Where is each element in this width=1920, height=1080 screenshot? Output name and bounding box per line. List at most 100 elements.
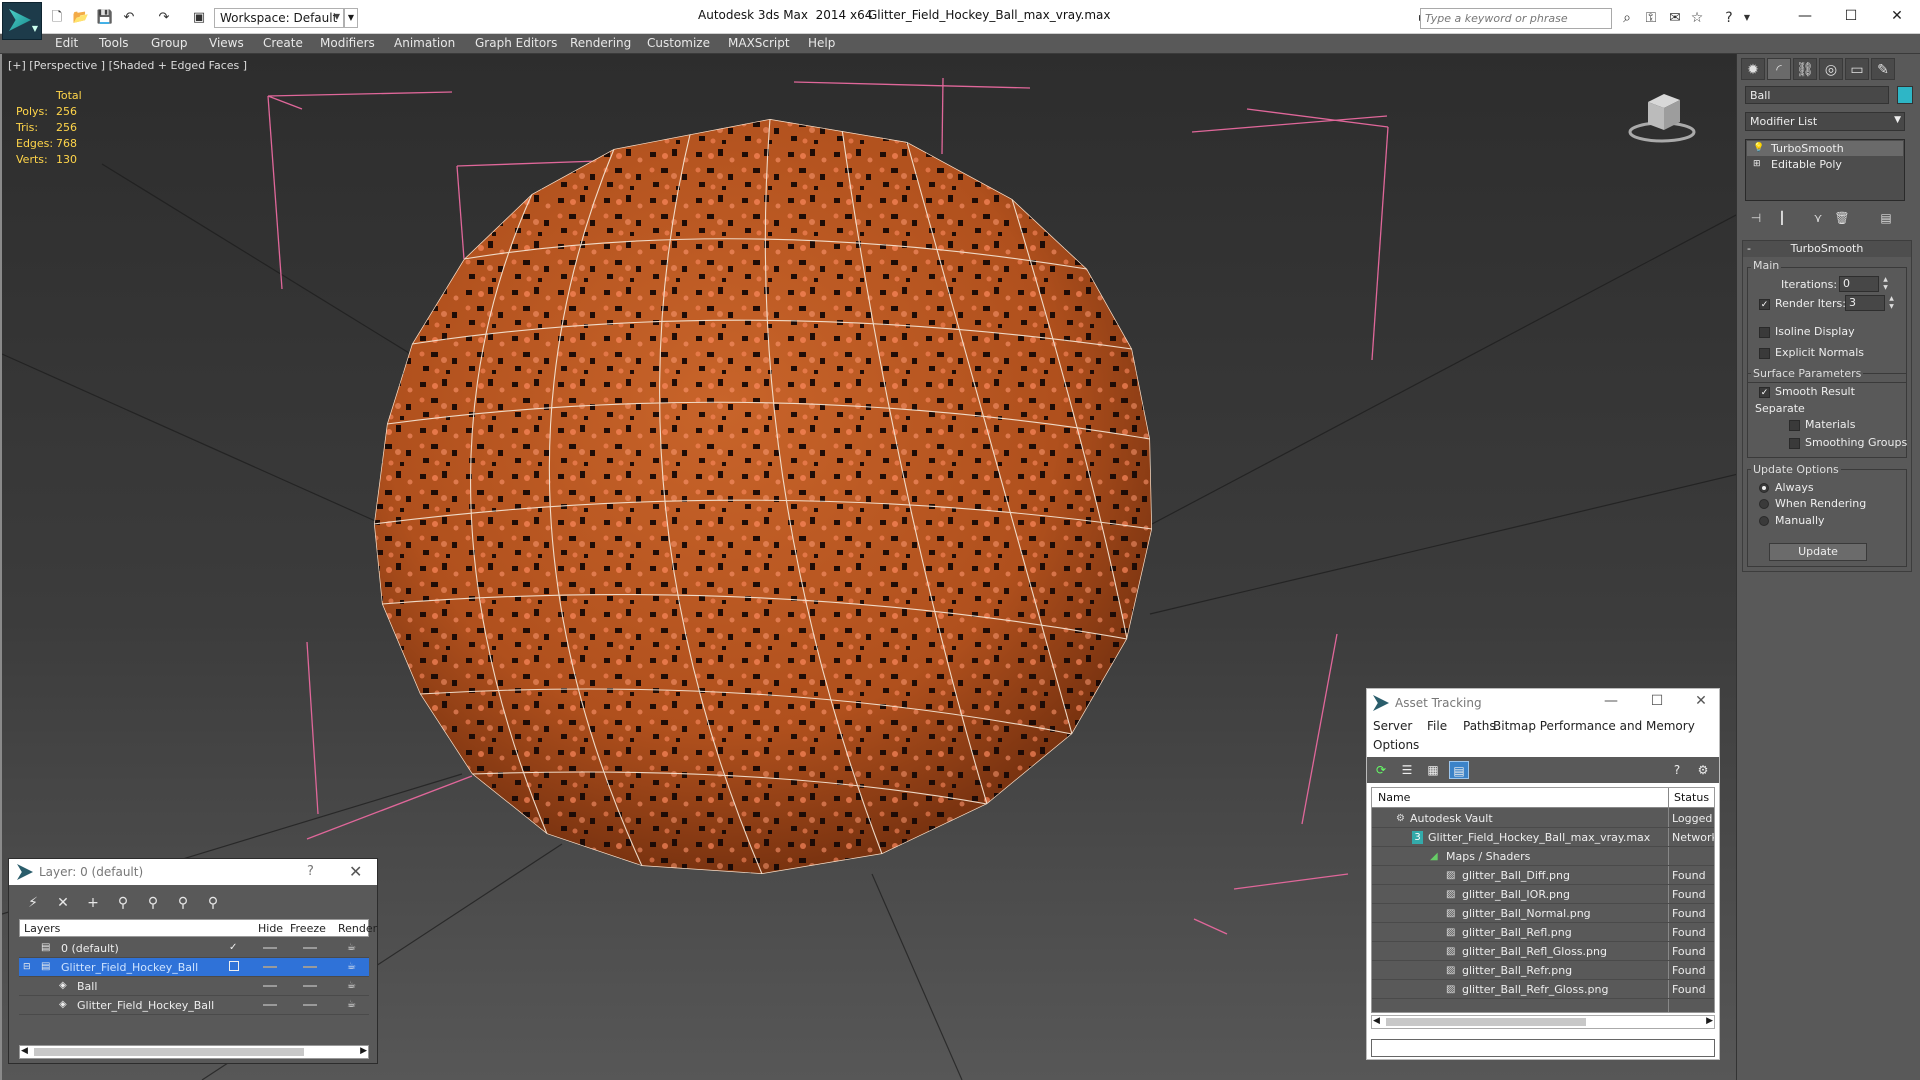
menu-customize[interactable]: Customize (647, 36, 710, 50)
update-button[interactable]: Update (1769, 543, 1867, 561)
scrollbar-thumb[interactable] (1386, 1018, 1586, 1026)
subscription-icon[interactable]: ⚿ (1642, 9, 1660, 27)
menu-bitmap-performance[interactable]: Bitmap Performance and Memory (1493, 719, 1695, 733)
maximize-button[interactable]: ☐ (1828, 4, 1874, 28)
binoculars-icon[interactable]: ⌕ (1618, 9, 1636, 27)
freeze-toggle[interactable] (303, 985, 317, 987)
hide-toggle[interactable] (263, 947, 277, 949)
help-icon[interactable]: ? (1667, 761, 1687, 779)
open-file-icon[interactable]: 📂 (72, 9, 90, 27)
asset-path-field[interactable] (1371, 1039, 1715, 1057)
render-teapot-icon[interactable]: ☕ (347, 980, 359, 992)
viewcube-icon[interactable] (1626, 88, 1696, 148)
iterations-spinner[interactable]: 0 (1839, 276, 1879, 292)
column-layers[interactable]: Layers (24, 922, 60, 935)
menu-server[interactable]: Server (1373, 719, 1412, 733)
help-button[interactable]: ? (307, 864, 314, 879)
layer-row[interactable]: ▤ 0 (default) ✓ ☕ (19, 939, 369, 958)
layer-row[interactable]: ⊟ ▤ Glitter_Field_Hockey_Ball ☕ (19, 958, 369, 977)
freeze-toggle[interactable] (303, 966, 317, 968)
spinner-arrows-icon[interactable]: ▲ ▼ (1887, 295, 1896, 311)
menu-rendering[interactable]: Rendering (570, 36, 631, 50)
horizontal-scrollbar[interactable]: ◀ ▶ (1371, 1015, 1715, 1029)
close-icon[interactable]: ✕ (1691, 693, 1711, 709)
menu-create[interactable]: Create (263, 36, 303, 50)
menu-options[interactable]: Options (1373, 738, 1419, 752)
scroll-left-icon[interactable]: ◀ (1373, 1016, 1380, 1026)
motion-tab-icon[interactable]: ◎ (1819, 58, 1843, 80)
list-view-icon[interactable]: ☰ (1397, 761, 1417, 779)
minimize-button[interactable]: — (1782, 4, 1828, 28)
always-radio[interactable] (1759, 483, 1769, 493)
spinner-arrows-icon[interactable]: ▲ ▼ (1881, 276, 1890, 292)
smoothing-groups-checkbox[interactable] (1789, 438, 1800, 449)
show-end-result-icon[interactable]: ┃ (1771, 208, 1793, 228)
scroll-right-icon[interactable]: ▶ (360, 1046, 367, 1056)
menu-help[interactable]: Help (808, 36, 835, 50)
asset-row[interactable]: ▨ glitter_Ball_Refl.png Found (1372, 923, 1714, 942)
render-teapot-icon[interactable]: ☕ (347, 942, 359, 954)
manually-radio[interactable] (1759, 516, 1769, 526)
undo-icon[interactable]: ↶ (120, 9, 138, 27)
maximize-button[interactable]: ☐ (1647, 693, 1667, 709)
workspace-dropdown[interactable]: Workspace: Default ▼ (214, 8, 344, 28)
menu-group[interactable]: Group (151, 36, 188, 50)
table-view-icon[interactable]: ▦ (1423, 761, 1443, 779)
menu-file[interactable]: File (1427, 719, 1447, 733)
hide-toggle[interactable] (263, 985, 277, 987)
column-render[interactable]: Render (338, 922, 377, 935)
stack-item-turbosmooth[interactable]: 💡 TurboSmooth (1747, 141, 1903, 156)
asset-row[interactable]: ⚙ Autodesk Vault Logged O (1372, 809, 1714, 828)
menu-paths[interactable]: Paths (1463, 719, 1496, 733)
asset-row[interactable]: ▨ glitter_Ball_Refr_Gloss.png Found (1372, 980, 1714, 999)
redo-icon[interactable]: ↷ (155, 9, 173, 27)
detail-view-icon[interactable]: ▤ (1449, 761, 1469, 779)
add-to-layer-icon[interactable]: + (83, 893, 103, 913)
isoline-display-checkbox[interactable] (1759, 327, 1770, 338)
column-hide[interactable]: Hide (258, 922, 283, 935)
settings-icon[interactable]: ⚙ (1693, 761, 1713, 779)
render-iters-spinner[interactable]: 3 (1845, 295, 1885, 311)
favorites-star-icon[interactable]: ☆ (1688, 9, 1706, 27)
hide-all-layers-icon[interactable]: ⚲ (173, 893, 193, 913)
modifier-list-dropdown[interactable]: Modifier List ▼ (1745, 112, 1905, 131)
object-color-swatch[interactable] (1897, 86, 1913, 104)
refresh-icon[interactable]: ⟳ (1371, 761, 1391, 779)
hide-toggle[interactable] (263, 1004, 277, 1006)
ball-mesh[interactable] (362, 109, 1162, 889)
menu-modifiers[interactable]: Modifiers (320, 36, 375, 50)
save-file-icon[interactable]: 💾 (96, 9, 114, 27)
display-tab-icon[interactable]: ▭ (1845, 58, 1869, 80)
make-unique-icon[interactable]: ⋎ (1807, 208, 1829, 228)
menu-maxscript[interactable]: MAXScript (728, 36, 790, 50)
object-name-field[interactable]: Ball (1745, 86, 1889, 104)
remove-modifier-icon[interactable]: 🗑 (1831, 208, 1853, 228)
render-teapot-icon[interactable]: ☕ (347, 999, 359, 1011)
explicit-normals-checkbox[interactable] (1759, 348, 1770, 359)
minimize-button[interactable]: — (1601, 693, 1621, 709)
highlight-layer-icon[interactable]: ⚲ (143, 893, 163, 913)
menu-graph-editors[interactable]: Graph Editors (475, 36, 557, 50)
layer-row[interactable]: ◈ Glitter_Field_Hockey_Ball ☕ (19, 996, 369, 1015)
checkmark-icon[interactable]: ✓ (229, 942, 241, 954)
freeze-toggle[interactable] (303, 947, 317, 949)
application-menu-button[interactable]: ▼ (2, 2, 42, 40)
smooth-result-checkbox[interactable]: ✓ (1759, 387, 1770, 398)
when-rendering-radio[interactable] (1759, 499, 1769, 509)
close-window-button[interactable]: ✕ (1874, 4, 1920, 28)
search-input[interactable]: Type a keyword or phrase (1420, 8, 1612, 29)
horizontal-scrollbar[interactable]: ◀ ▶ (19, 1045, 369, 1059)
stack-item-editable-poly[interactable]: ⊞ Editable Poly (1747, 157, 1903, 172)
asset-row[interactable]: ◢ Maps / Shaders (1372, 847, 1714, 866)
column-freeze[interactable]: Freeze (290, 922, 326, 935)
scroll-right-icon[interactable]: ▶ (1706, 1016, 1713, 1026)
current-layer-box[interactable] (229, 961, 239, 971)
asset-row[interactable]: 3 Glitter_Field_Hockey_Ball_max_vray.max… (1372, 828, 1714, 847)
viewport-label[interactable]: [+] [Perspective ] [Shaded + Edged Faces… (8, 59, 247, 72)
menu-edit[interactable]: Edit (55, 36, 78, 50)
asset-row[interactable]: ▨ glitter_Ball_Diff.png Found (1372, 866, 1714, 885)
rollout-title[interactable]: - TurboSmooth (1743, 241, 1911, 257)
asset-row[interactable]: ▨ glitter_Ball_IOR.png Found (1372, 885, 1714, 904)
utilities-tab-icon[interactable]: ✎ (1871, 58, 1895, 80)
asset-row[interactable]: ▨ glitter_Ball_Refr.png Found (1372, 961, 1714, 980)
